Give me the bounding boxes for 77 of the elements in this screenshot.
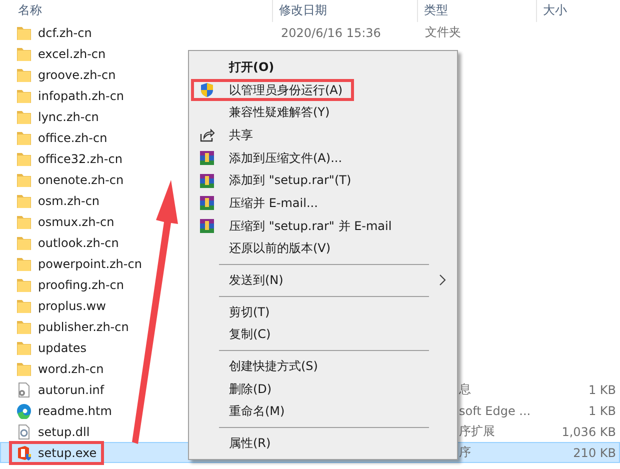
file-name-cell: dcf.zh-cn bbox=[9, 20, 99, 44]
file-name-cell: readme.htm bbox=[9, 398, 119, 422]
size-cell: 1 KB bbox=[588, 382, 616, 396]
file-name-cell: powerpoint.zh-cn bbox=[9, 252, 149, 276]
menu-item[interactable]: 剪切(T) bbox=[191, 300, 455, 324]
file-name-cell: infopath.zh-cn bbox=[9, 84, 132, 108]
menu-item[interactable]: 重命名(M) bbox=[191, 400, 455, 424]
folder-icon bbox=[16, 192, 32, 208]
menu-item[interactable]: 添加到 "setup.rar"(T) bbox=[191, 169, 455, 192]
size-cell: 1 KB bbox=[588, 404, 616, 418]
menu-item[interactable]: 删除(D) bbox=[191, 378, 455, 401]
shield-icon bbox=[199, 82, 215, 98]
folder-icon bbox=[16, 46, 32, 62]
file-name-cell: outlook.zh-cn bbox=[9, 230, 126, 254]
file-name-cell: osm.zh-cn bbox=[9, 188, 107, 212]
folder-icon bbox=[16, 340, 32, 356]
menu-item[interactable]: 共享 bbox=[191, 124, 455, 147]
size-cell: 210 KB bbox=[573, 446, 616, 460]
folder-icon bbox=[16, 318, 32, 334]
menu-item[interactable]: 以管理员身份运行(A) bbox=[191, 78, 354, 102]
settings-file-icon bbox=[16, 382, 32, 398]
office-installer-icon bbox=[16, 444, 32, 460]
folder-icon bbox=[16, 214, 32, 230]
folder-icon bbox=[16, 298, 32, 314]
folder-icon bbox=[16, 360, 32, 376]
type-cell: 序 bbox=[459, 445, 471, 459]
file-name-cell: proofing.zh-cn bbox=[9, 272, 132, 296]
folder-icon bbox=[16, 88, 32, 104]
type-cell: soft Edge ... bbox=[459, 404, 531, 418]
file-name-cell: excel.zh-cn bbox=[9, 42, 113, 66]
menu-item[interactable]: 创建快捷方式(S) bbox=[191, 355, 455, 378]
file-name-cell: word.zh-cn bbox=[9, 356, 111, 380]
folder-icon bbox=[16, 276, 32, 292]
file-name-cell: onenote.zh-cn bbox=[9, 168, 131, 192]
file-name-cell: setup.exe bbox=[9, 440, 104, 464]
column-header[interactable]: 大小 bbox=[537, 0, 617, 22]
share-icon bbox=[199, 127, 215, 144]
file-name-cell: setup.dll bbox=[9, 420, 97, 444]
folder-icon bbox=[16, 172, 32, 188]
file-name-cell: updates bbox=[9, 336, 94, 360]
menu-item[interactable]: 发送到(N) bbox=[191, 269, 455, 292]
folder-icon bbox=[16, 256, 32, 272]
file-name-cell: lync.zh-cn bbox=[9, 104, 106, 128]
type-cell: 文件夹 bbox=[425, 25, 461, 39]
file-name-cell: publisher.zh-cn bbox=[9, 314, 136, 338]
archive-books-icon bbox=[199, 172, 215, 189]
menu-item[interactable]: 压缩到 "setup.rar" 并 E-mail bbox=[191, 214, 455, 238]
file-name-cell: osmux.zh-cn bbox=[9, 210, 122, 234]
date-cell: 2020/6/16 15:36 bbox=[281, 26, 381, 40]
file-name-cell: autorun.inf bbox=[9, 378, 112, 402]
folder-icon bbox=[16, 150, 32, 166]
file-name-cell: office32.zh-cn bbox=[9, 146, 130, 170]
menu-item[interactable]: 属性(R) bbox=[191, 432, 455, 455]
column-header[interactable]: 类型 bbox=[418, 0, 537, 22]
folder-icon bbox=[16, 66, 32, 82]
column-header[interactable]: 修改日期 bbox=[273, 0, 418, 22]
file-name-cell: groove.zh-cn bbox=[9, 62, 123, 86]
menu-item[interactable]: 兼容性疑难解答(Y) bbox=[191, 101, 455, 124]
archive-books-icon bbox=[199, 195, 215, 212]
menu-item[interactable]: 打开(O) bbox=[191, 56, 455, 79]
archive-books-icon bbox=[199, 218, 215, 234]
edge-browser-icon bbox=[16, 402, 32, 418]
column-header[interactable]: 名称 bbox=[0, 0, 273, 22]
folder-icon bbox=[16, 24, 32, 40]
type-cell: 序扩展 bbox=[459, 424, 495, 438]
folder-icon bbox=[16, 108, 32, 124]
folder-icon bbox=[16, 130, 32, 146]
archive-books-icon bbox=[199, 150, 215, 166]
folder-icon bbox=[16, 234, 32, 250]
type-cell: 息 bbox=[459, 382, 471, 396]
menu-item[interactable]: 复制(C) bbox=[191, 324, 455, 346]
file-name-cell: proplus.ww bbox=[9, 294, 113, 318]
menu-item[interactable]: 还原以前的版本(V) bbox=[191, 238, 455, 260]
menu-item[interactable]: 压缩并 E-mail... bbox=[191, 192, 455, 215]
size-cell: 1,036 KB bbox=[562, 424, 616, 438]
file-name-cell: office.zh-cn bbox=[9, 126, 114, 150]
menu-item[interactable]: 添加到压缩文件(A)... bbox=[191, 146, 455, 170]
